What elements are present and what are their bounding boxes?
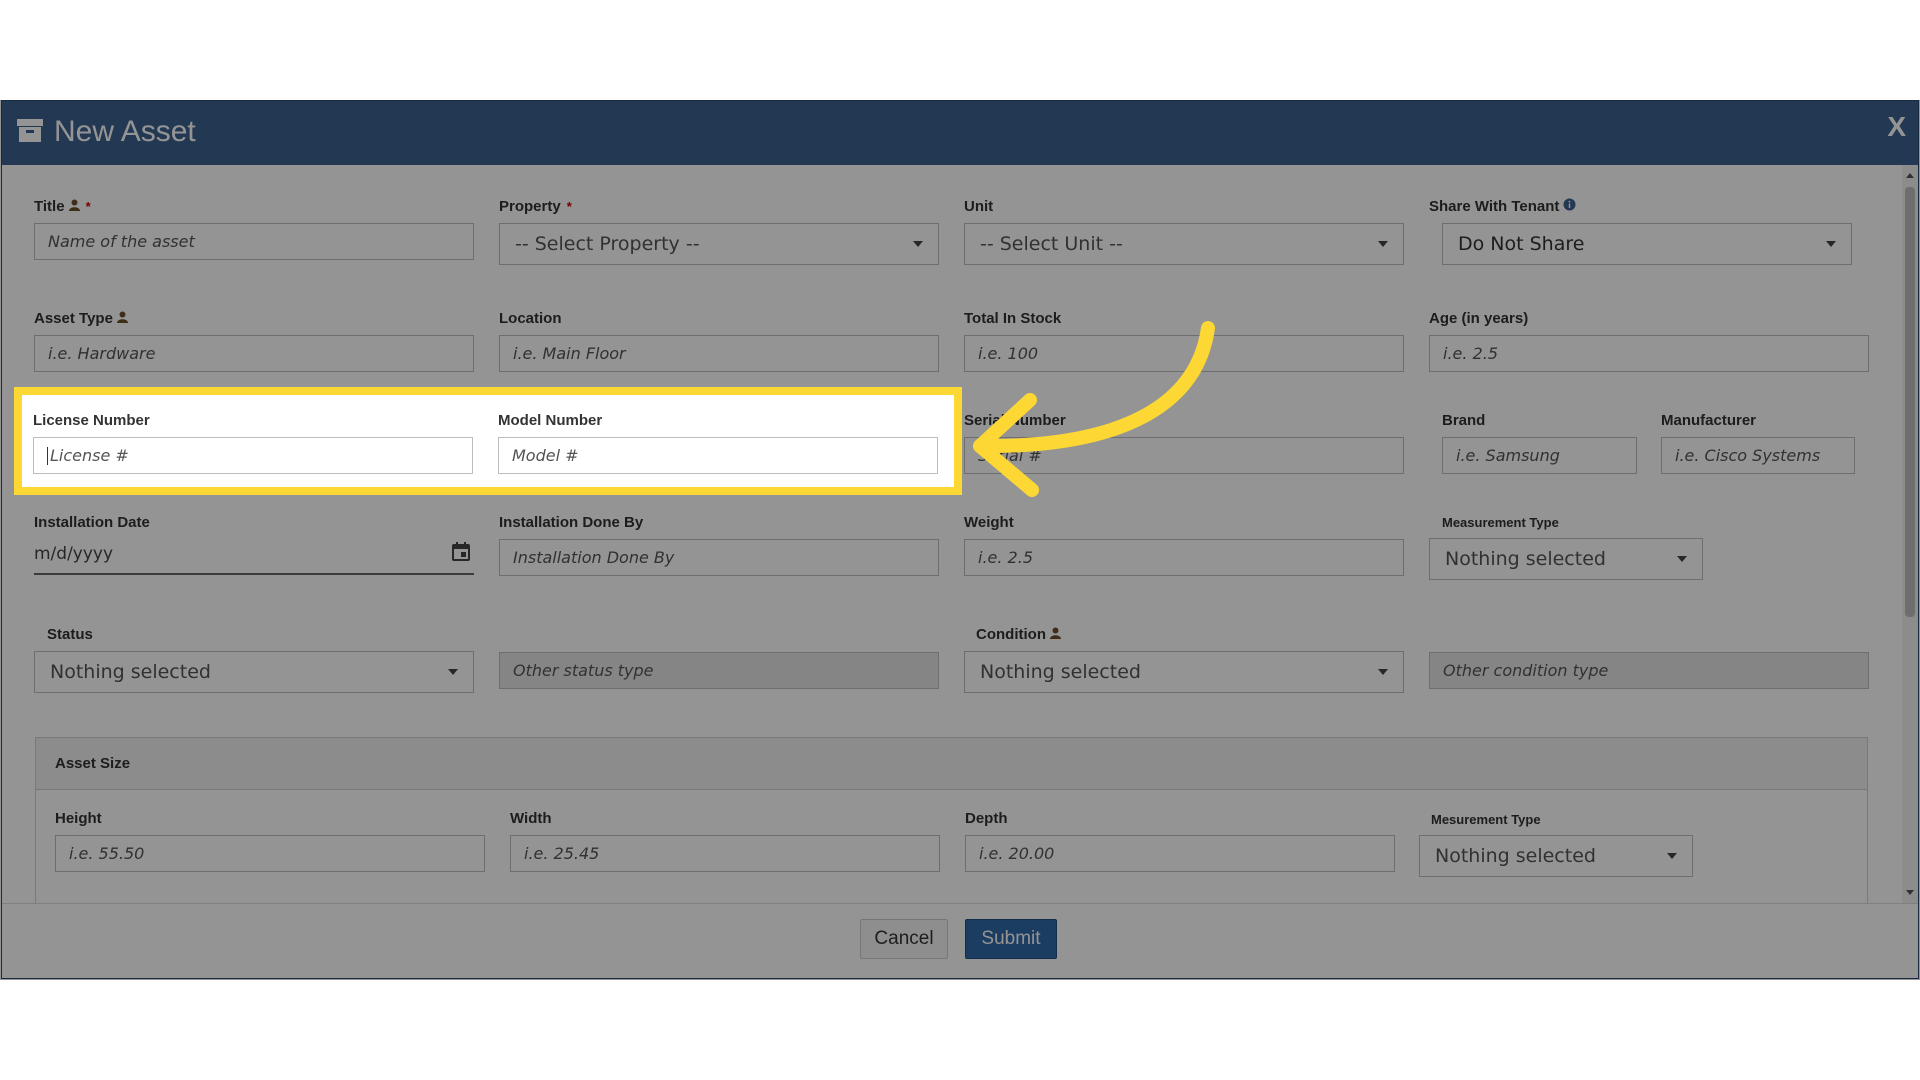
modal-body: Title * Name of the asset Property * -- S…	[2, 165, 1918, 903]
asset-size-header: Asset Size	[36, 738, 1867, 790]
chevron-down-icon	[1826, 241, 1836, 247]
asset-size-panel: Asset Size Height i.e. 55.50 Width i.e. …	[35, 737, 1868, 903]
chevron-down-icon	[448, 669, 458, 675]
installation-date-input[interactable]: m/d/yyyy	[34, 535, 474, 575]
curved-arrow-icon	[973, 321, 1215, 497]
info-circle-icon	[1563, 198, 1576, 215]
share-label: Share With Tenant	[1429, 198, 1576, 215]
installation-by-input[interactable]: Installation Done By	[499, 539, 939, 576]
size-measurement-type-select[interactable]: Nothing selected	[1419, 835, 1693, 877]
status-select[interactable]: Nothing selected	[34, 651, 474, 693]
new-asset-modal: New Asset X Title * Name of the asset Pr…	[1, 100, 1919, 979]
chevron-down-icon	[1667, 853, 1677, 859]
brand-input[interactable]: i.e. Samsung	[1442, 437, 1637, 474]
measurement-type-label: Measurement Type	[1442, 515, 1559, 530]
condition-label: Condition	[976, 626, 1061, 643]
text-cursor	[47, 446, 48, 465]
chevron-down-icon	[1677, 556, 1687, 562]
weight-input[interactable]: i.e. 2.5	[964, 539, 1404, 576]
share-select[interactable]: Do Not Share	[1442, 223, 1852, 265]
other-status-input[interactable]: Other status type	[499, 652, 939, 689]
chevron-down-icon	[913, 241, 923, 247]
calendar-icon[interactable]	[452, 542, 470, 566]
depth-input[interactable]: i.e. 20.00	[965, 835, 1395, 872]
close-button[interactable]: X	[1887, 111, 1906, 143]
manufacturer-label: Manufacturer	[1661, 412, 1757, 429]
user-icon	[116, 310, 128, 327]
scrollbar-thumb[interactable]	[1905, 187, 1915, 617]
chevron-down-icon	[1378, 241, 1388, 247]
unit-label: Unit	[964, 198, 994, 215]
brand-label: Brand	[1442, 412, 1486, 429]
license-label: License Number	[33, 412, 150, 429]
location-label: Location	[499, 310, 562, 327]
modal-header: New Asset X	[2, 101, 1918, 165]
asset-size-heading: Asset Size	[55, 755, 131, 772]
asset-type-label: Asset Type	[34, 310, 128, 327]
model-label: Model Number	[498, 412, 603, 429]
condition-select[interactable]: Nothing selected	[964, 651, 1404, 693]
depth-label: Depth	[965, 810, 1008, 827]
size-measurement-type-label: Mesurement Type	[1431, 812, 1541, 827]
installation-by-label: Installation Done By	[499, 514, 644, 531]
modal-footer: Cancel Submit	[2, 903, 1918, 978]
property-select[interactable]: -- Select Property --	[499, 223, 939, 265]
height-label: Height	[55, 810, 102, 827]
license-input[interactable]: License #	[33, 437, 473, 474]
chevron-down-icon	[1378, 669, 1388, 675]
scrollbar[interactable]	[1902, 165, 1918, 903]
cancel-button[interactable]: Cancel	[860, 919, 948, 959]
installation-date-label: Installation Date	[34, 514, 150, 531]
title-input[interactable]: Name of the asset	[34, 223, 474, 260]
width-label: Width	[510, 810, 552, 827]
archive-box-icon	[16, 117, 44, 148]
scroll-up-icon[interactable]	[1906, 173, 1914, 178]
location-input[interactable]: i.e. Main Floor	[499, 335, 939, 372]
model-input[interactable]: Model #	[498, 437, 938, 474]
user-icon	[1049, 626, 1061, 643]
unit-select[interactable]: -- Select Unit --	[964, 223, 1404, 265]
age-label: Age (in years)	[1429, 310, 1529, 327]
height-input[interactable]: i.e. 55.50	[55, 835, 485, 872]
submit-button[interactable]: Submit	[965, 919, 1057, 959]
age-input[interactable]: i.e. 2.5	[1429, 335, 1869, 372]
title-label: Title *	[34, 198, 91, 215]
status-label: Status	[47, 626, 93, 643]
width-input[interactable]: i.e. 25.45	[510, 835, 940, 872]
highlight-box: License Number License # Model Number Mo…	[14, 387, 962, 495]
asset-type-input[interactable]: i.e. Hardware	[34, 335, 474, 372]
other-condition-input[interactable]: Other condition type	[1429, 652, 1869, 689]
scroll-down-icon[interactable]	[1906, 890, 1914, 895]
user-icon	[68, 198, 80, 215]
property-label: Property *	[499, 198, 572, 215]
modal-title: New Asset	[54, 115, 196, 148]
manufacturer-input[interactable]: i.e. Cisco Systems	[1661, 437, 1855, 474]
measurement-type-select[interactable]: Nothing selected	[1429, 538, 1703, 580]
weight-label: Weight	[964, 514, 1014, 531]
